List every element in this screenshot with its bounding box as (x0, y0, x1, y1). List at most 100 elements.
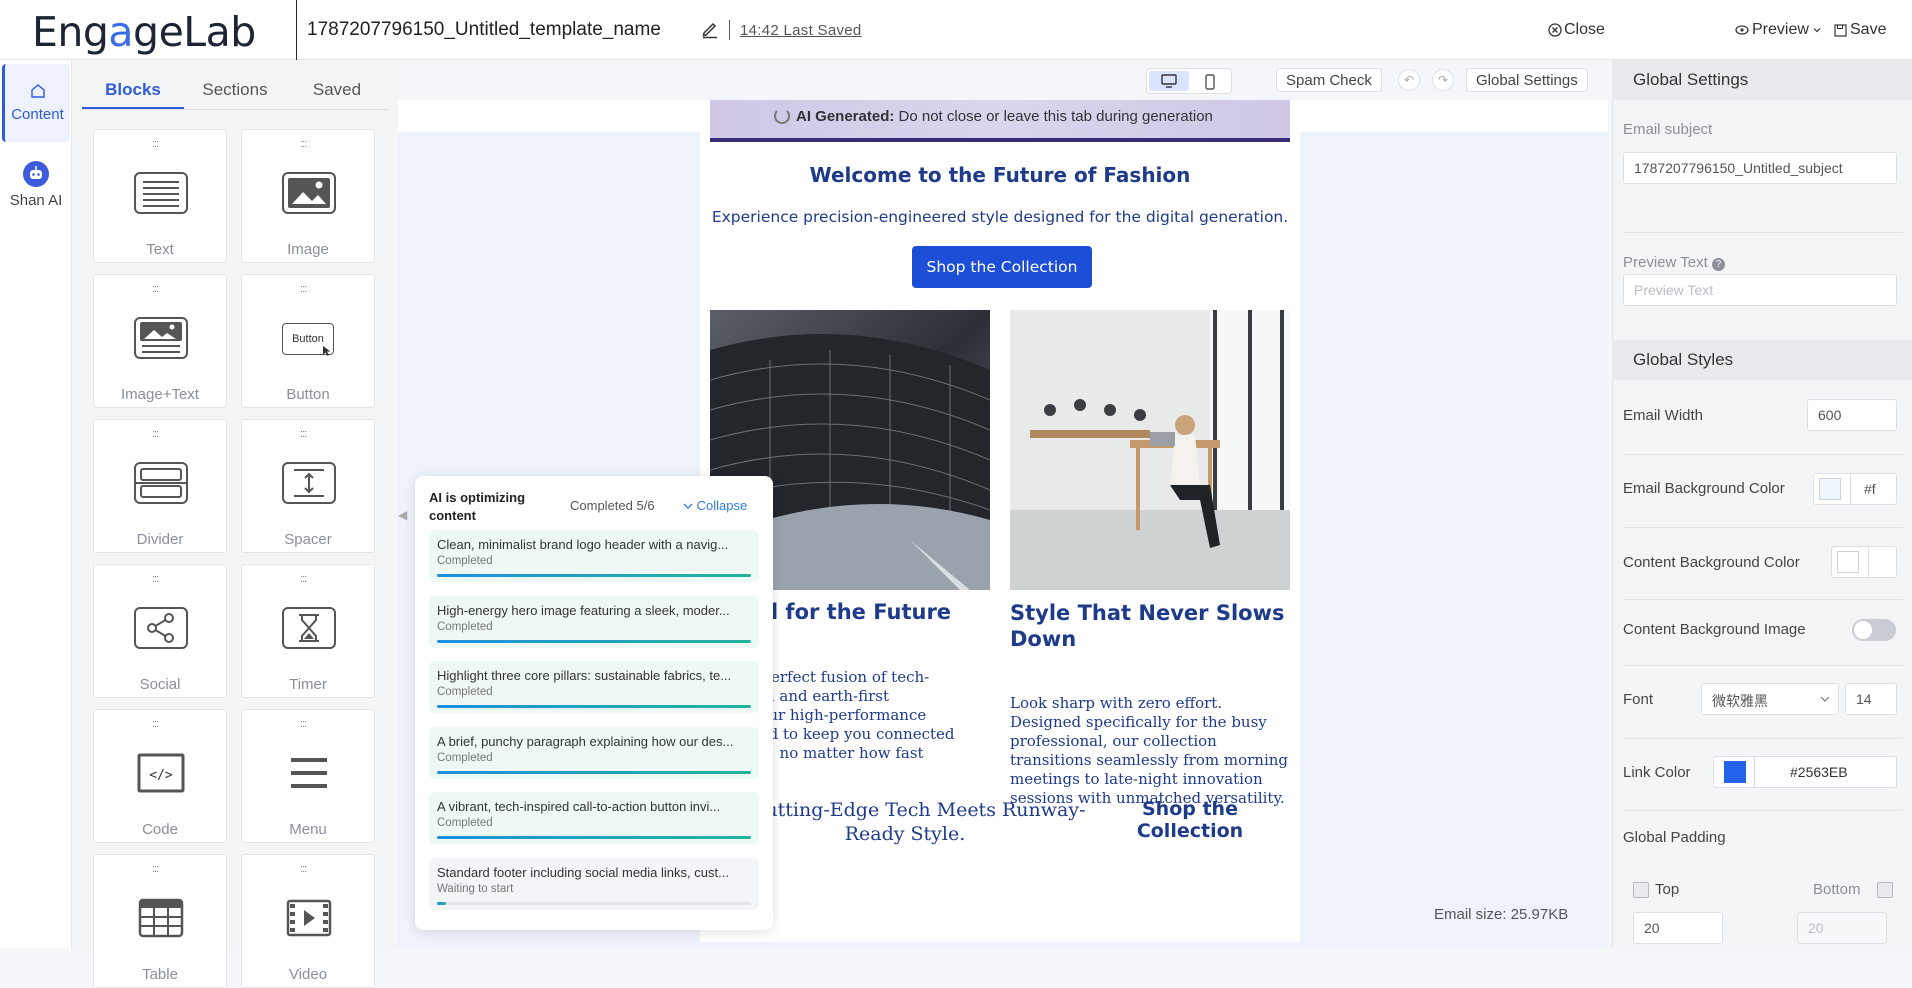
drag-handle-icon[interactable]: ::: (300, 718, 307, 730)
rail-item-shan-ai[interactable]: Shan AI (2, 160, 70, 220)
block-text[interactable]: ::: Text (93, 129, 227, 263)
block-table[interactable]: ::: Table (93, 854, 227, 988)
content-bg-image-label: Content Background Image (1623, 621, 1806, 638)
drag-handle-icon[interactable]: ::: (300, 428, 307, 440)
email-width-input[interactable]: 600 (1807, 399, 1897, 431)
template-name[interactable]: 1787207796150_Untitled_template_name (307, 19, 661, 41)
undo-icon[interactable]: ↶ (1398, 69, 1420, 91)
toolbar-divider (729, 20, 730, 40)
block-image-text[interactable]: ::: Image+Text (93, 274, 227, 408)
preview-text-input[interactable]: Preview Text (1623, 274, 1897, 306)
help-icon[interactable]: ? (1711, 258, 1725, 271)
block-label: Video (288, 966, 328, 983)
tab-sections[interactable]: Sections (184, 68, 286, 109)
block-button[interactable]: ::: Button Button (241, 274, 375, 408)
block-divider[interactable]: ::: Divider (93, 419, 227, 553)
drag-handle-icon[interactable]: ::: (300, 863, 307, 875)
ai-task-status: Completed (437, 686, 493, 698)
email-width-label: Email Width (1623, 407, 1704, 424)
block-timer[interactable]: ::: Timer (241, 564, 375, 698)
canvas-toolbar: Spam Check ↶ ↷ Global Settings (398, 60, 1608, 100)
padding-bottom-checkbox[interactable] (1877, 882, 1893, 898)
ai-task-progress-bar (437, 770, 751, 774)
padding-link-checkbox[interactable] (1633, 882, 1649, 898)
block-social[interactable]: ::: Social (93, 564, 227, 698)
block-label: Button (286, 386, 330, 403)
shop-collection-button[interactable]: Shop the Collection (912, 246, 1092, 288)
divider (1868, 547, 1869, 577)
image-block-icon (282, 172, 336, 214)
font-label: Font (1623, 691, 1654, 708)
save-button[interactable]: Save (1834, 21, 1886, 39)
engagelab-logo[interactable]: EngageLab (32, 8, 256, 56)
ai-task-status: Waiting to start (437, 882, 514, 895)
ai-task-progress-bar (437, 901, 751, 905)
pencil-icon[interactable] (700, 19, 720, 39)
ai-task-status: Completed (437, 620, 493, 633)
email-headline[interactable]: Welcome to the Future of Fashion (700, 163, 1300, 187)
ai-banner-bold: AI Generated: (796, 108, 895, 125)
email-subject-input[interactable]: 1787207796150_Untitled_subject (1623, 152, 1897, 184)
drag-handle-icon[interactable]: ::: (152, 718, 159, 730)
drag-handle-icon[interactable]: ::: (152, 138, 159, 150)
image-text-block-icon (134, 317, 188, 359)
block-image[interactable]: ::: Image (241, 129, 375, 263)
link-color-value: #2563EB (1790, 764, 1848, 780)
drag-handle-icon[interactable]: ::: (300, 573, 307, 585)
block-video[interactable]: ::: Video (241, 854, 375, 988)
mobile-icon[interactable] (1205, 74, 1215, 90)
content-bg-image-toggle[interactable] (1852, 619, 1896, 641)
desktop-view-button[interactable] (1149, 71, 1189, 91)
global-settings-header: Global Settings (1613, 60, 1912, 100)
block-menu[interactable]: ::: Menu (241, 709, 375, 843)
block-spacer[interactable]: ::: Spacer (241, 419, 375, 553)
footer-shop-link[interactable]: Shop the Collection (1100, 798, 1280, 842)
ai-generated-banner: AI Generated: Do not close or leave this… (710, 100, 1290, 142)
ai-task-item: Standard footer including social media l… (429, 857, 759, 910)
ai-task-item: High-energy hero image featuring a sleek… (429, 595, 759, 648)
ai-task-item: Clean, minimalist brand logo header with… (429, 530, 759, 582)
column2-heading[interactable]: Style That Never Slows Down (1010, 600, 1290, 652)
block-label: Text (146, 241, 174, 258)
hourglass-icon (282, 607, 336, 649)
drag-handle-icon[interactable]: ::: (300, 138, 307, 150)
content-bg-color-picker[interactable] (1831, 546, 1897, 578)
email-subheadline[interactable]: Experience precision-engineered style de… (700, 208, 1300, 226)
collapse-left-icon[interactable]: ◀ (398, 508, 414, 532)
preview-button[interactable]: Preview (1735, 21, 1822, 39)
block-code[interactable]: ::: </> Code (93, 709, 227, 843)
tab-blocks[interactable]: Blocks (82, 68, 184, 109)
close-button[interactable]: Close (1548, 21, 1605, 39)
last-saved-status[interactable]: 14:42 Last Saved (740, 22, 862, 39)
divider (1623, 810, 1903, 811)
ai-progress-count: Completed 5/6 (570, 498, 655, 513)
font-select[interactable]: 微软雅黑 (1701, 683, 1839, 715)
drag-handle-icon[interactable]: ::: (300, 283, 307, 295)
office-image[interactable] (1010, 310, 1290, 590)
tab-saved[interactable]: Saved (286, 68, 388, 109)
padding-bottom-input[interactable]: 20 (1797, 912, 1887, 944)
redo-icon[interactable]: ↷ (1432, 69, 1454, 91)
rail-item-content[interactable]: Content (2, 64, 70, 142)
drag-handle-icon[interactable]: ::: (152, 283, 159, 295)
block-label: Image (287, 241, 329, 258)
eye-icon (1735, 25, 1749, 35)
divider (1623, 527, 1903, 528)
blocks-panel: Blocks Sections Saved ::: Text ::: Image… (72, 60, 398, 988)
drag-handle-icon[interactable]: ::: (152, 428, 159, 440)
padding-top-input[interactable]: 20 (1633, 912, 1723, 944)
spam-check-button[interactable]: Spam Check (1276, 68, 1382, 92)
preview-text-label: Preview Text ? (1623, 254, 1725, 271)
collapse-button[interactable]: Collapse (683, 498, 747, 513)
color-swatch[interactable] (1819, 478, 1841, 500)
column2-text[interactable]: Look sharp with zero effort. Designed sp… (1010, 694, 1290, 808)
drag-handle-icon[interactable]: ::: (152, 573, 159, 585)
color-swatch[interactable] (1724, 761, 1746, 783)
color-swatch[interactable] (1837, 551, 1859, 573)
drag-handle-icon[interactable]: ::: (152, 863, 159, 875)
email-subject-label: Email subject (1623, 121, 1713, 138)
email-bg-color-picker[interactable]: #f (1813, 473, 1897, 505)
link-color-picker[interactable]: #2563EB (1713, 756, 1897, 788)
global-settings-button[interactable]: Global Settings (1466, 68, 1588, 92)
font-size-input[interactable]: 14 (1845, 683, 1897, 715)
